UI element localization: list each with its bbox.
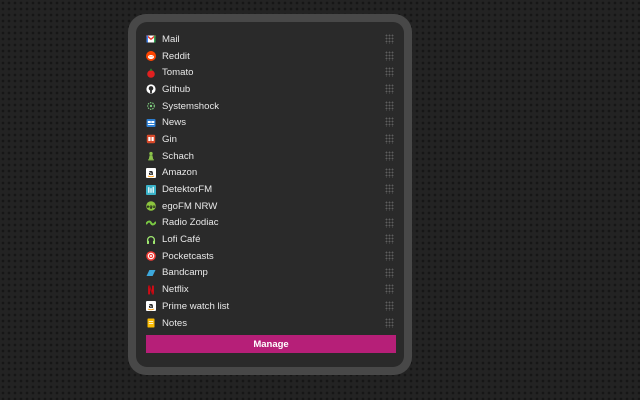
bookmark-item[interactable]: Lofi Café — [146, 231, 396, 248]
drag-handle-icon[interactable] — [385, 34, 394, 44]
bookmark-label: Bandcamp — [162, 267, 208, 279]
drag-handle-icon[interactable] — [385, 200, 394, 211]
drag-handle-icon[interactable] — [385, 117, 394, 128]
drag-handle-icon[interactable] — [385, 134, 394, 145]
drag-handle-icon[interactable] — [385, 50, 394, 61]
drag-handle-icon[interactable] — [385, 234, 394, 245]
bookmark-item[interactable]: a Amazon — [146, 165, 396, 182]
bookmark-item[interactable]: Bandcamp — [146, 265, 396, 282]
svg-text:ego: ego — [147, 204, 156, 209]
bookmark-item[interactable]: Gin — [146, 131, 396, 148]
drag-handle-icon[interactable] — [385, 250, 394, 261]
reddit-icon — [146, 51, 156, 62]
radio-zodiac-icon — [146, 218, 156, 228]
bookmark-label: Pocketcasts — [162, 250, 214, 262]
bookmark-label: Systemshock — [162, 100, 220, 112]
bookmark-label: Netflix — [162, 284, 189, 296]
bookmark-item[interactable]: Mail — [146, 31, 396, 48]
drag-handle-icon[interactable] — [385, 167, 394, 178]
bookmark-item[interactable]: Tomato — [146, 64, 396, 81]
bookmark-label: Prime watch list — [162, 300, 230, 312]
drag-handle-icon[interactable] — [385, 100, 394, 111]
amazon-icon: a — [146, 167, 156, 178]
bookmark-label: Mail — [162, 33, 180, 45]
svg-text:a: a — [149, 302, 154, 310]
bookmark-label: Radio Zodiac — [162, 217, 219, 229]
gmail-icon — [146, 34, 156, 44]
bookmark-list: Mail Reddit Tomato Github Systemshock News Gin… — [146, 31, 396, 331]
drag-handle-icon[interactable] — [385, 284, 394, 295]
bookmark-item[interactable]: ego egoFM NRW — [146, 198, 396, 215]
drag-handle-icon[interactable] — [385, 84, 394, 95]
bookmark-item[interactable]: Schach — [146, 148, 396, 165]
bookmark-label: Tomato — [162, 67, 194, 79]
bookmark-label: egoFM NRW — [162, 200, 218, 212]
amazon-icon: a — [146, 301, 156, 312]
bookmark-label: Gin — [162, 133, 177, 145]
bookmark-label: Schach — [162, 150, 194, 162]
bookmark-label: Amazon — [162, 167, 198, 179]
bookmark-item[interactable]: Github — [146, 81, 396, 98]
bookmark-item[interactable]: DetektorFM — [146, 181, 396, 198]
bookmark-item[interactable]: Reddit — [146, 48, 396, 65]
bookmark-item[interactable]: Netflix — [146, 281, 396, 298]
pocketcasts-icon — [146, 251, 156, 262]
gin-icon — [146, 134, 156, 144]
bookmark-item[interactable]: a Prime watch list — [146, 298, 396, 315]
drag-handle-icon[interactable] — [385, 267, 394, 278]
drag-handle-icon[interactable] — [385, 150, 394, 161]
github-icon — [146, 84, 156, 95]
drag-handle-icon[interactable] — [385, 67, 394, 78]
bookmark-label: Lofi Café — [162, 234, 201, 246]
drag-handle-icon[interactable] — [385, 301, 394, 311]
bookmark-label: News — [162, 117, 186, 129]
bookmark-label: DetektorFM — [162, 184, 213, 196]
bookmark-label: Notes — [162, 317, 188, 329]
bookmark-item[interactable]: Systemshock — [146, 98, 396, 115]
manage-button[interactable]: Manage — [146, 335, 396, 353]
bookmark-item[interactable]: Radio Zodiac — [146, 215, 396, 232]
egofm-icon: ego — [146, 201, 156, 212]
drag-handle-icon[interactable] — [385, 184, 394, 195]
headphones-icon — [146, 235, 156, 245]
bookmark-item[interactable]: Notes — [146, 315, 396, 332]
chess-pawn-icon — [146, 151, 156, 161]
tomato-icon — [146, 68, 156, 78]
netflix-icon — [146, 285, 156, 295]
bookmark-label: Reddit — [162, 50, 190, 62]
systemshock-icon — [146, 101, 156, 111]
svg-text:a: a — [149, 169, 154, 177]
bookmark-label: Github — [162, 83, 191, 95]
drag-handle-icon[interactable] — [385, 317, 394, 328]
bookmark-item[interactable]: News — [146, 114, 396, 131]
detektorfm-icon — [146, 184, 156, 195]
bandcamp-icon — [146, 268, 156, 278]
bookmark-item[interactable]: Pocketcasts — [146, 248, 396, 265]
drag-handle-icon[interactable] — [385, 217, 394, 228]
notes-icon — [146, 318, 156, 328]
news-icon — [146, 118, 156, 128]
